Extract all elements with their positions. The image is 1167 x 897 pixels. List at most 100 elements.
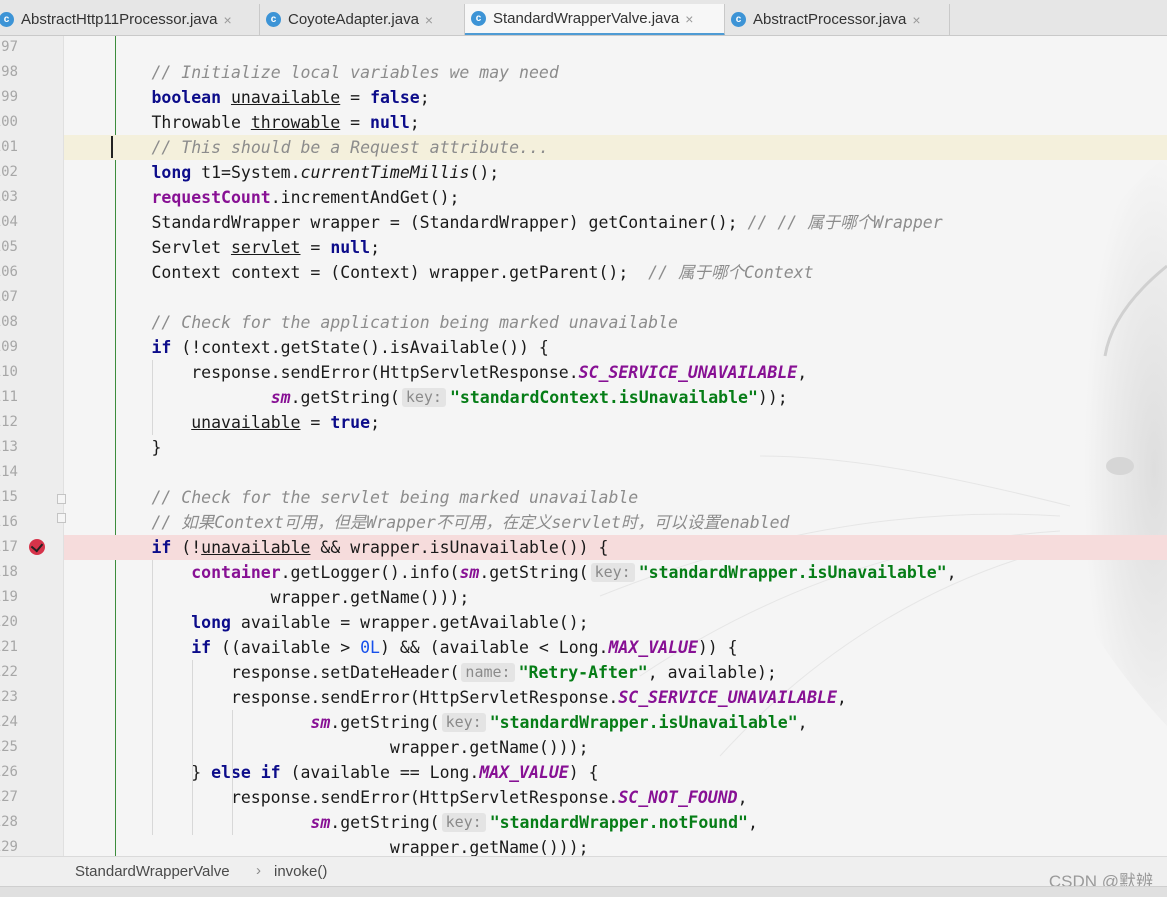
code-line[interactable]: 104 StandardWrapper wrapper = (StandardW…	[0, 210, 1167, 235]
code-line[interactable]: 112 unavailable = true;	[0, 410, 1167, 435]
fold-marker-icon[interactable]	[57, 494, 66, 504]
line-number[interactable]: 125	[0, 735, 18, 760]
java-class-icon: c	[266, 12, 281, 27]
line-number[interactable]: 115	[0, 485, 18, 510]
line-number[interactable]: 108	[0, 310, 18, 335]
tab-coyoteadapter[interactable]: c CoyoteAdapter.java ×	[260, 4, 465, 35]
code-line[interactable]: 123 response.sendError(HttpServletRespon…	[0, 685, 1167, 710]
code-line[interactable]: 105 Servlet servlet = null;	[0, 235, 1167, 260]
breadcrumb-class[interactable]: StandardWrapperValve	[75, 863, 230, 880]
line-number[interactable]: 112	[0, 410, 18, 435]
code-text: Context context = (Context) wrapper.getP…	[72, 260, 813, 285]
line-number[interactable]: 106	[0, 260, 18, 285]
close-icon[interactable]: ×	[685, 11, 693, 27]
code-line[interactable]: 127 response.sendError(HttpServletRespon…	[0, 785, 1167, 810]
code-token: null	[370, 113, 410, 132]
code-line[interactable]: 119 wrapper.getName()));	[0, 585, 1167, 610]
code-line[interactable]: 128 sm.getString(key:"standardWrapper.no…	[0, 810, 1167, 835]
breadcrumb: StandardWrapperValve › invoke() CSDN @默辨	[0, 856, 1167, 891]
code-token: SC_SERVICE_UNAVAILABLE	[578, 363, 798, 382]
code-line[interactable]: 115 // Check for the servlet being marke…	[0, 485, 1167, 510]
line-number[interactable]: 101	[0, 135, 18, 160]
line-number[interactable]: 98	[0, 60, 18, 85]
line-number[interactable]: 116	[0, 510, 18, 535]
code-line[interactable]: 99 boolean unavailable = false;	[0, 85, 1167, 110]
tab-abstractprocessor[interactable]: c AbstractProcessor.java ×	[725, 4, 950, 35]
code-token: throwable	[250, 113, 341, 132]
line-number[interactable]: 118	[0, 560, 18, 585]
line-number[interactable]: 104	[0, 210, 18, 235]
code-text: wrapper.getName()));	[72, 585, 470, 610]
line-number[interactable]: 129	[0, 835, 18, 856]
code-line[interactable]: 116 // 如果Context可用，但是Wrapper不可用，在定义servl…	[0, 510, 1167, 535]
code-token: unavailable	[230, 88, 341, 107]
code-line[interactable]: 121 if ((available > 0L) && (available <…	[0, 635, 1167, 660]
line-number[interactable]: 119	[0, 585, 18, 610]
tab-label: AbstractHttp11Processor.java	[21, 11, 218, 28]
line-number[interactable]: 99	[0, 85, 18, 110]
close-icon[interactable]: ×	[912, 12, 920, 28]
code-line[interactable]: 108 // Check for the application being m…	[0, 310, 1167, 335]
code-token: ;	[409, 113, 420, 132]
text-caret	[111, 136, 113, 158]
line-number[interactable]: 102	[0, 160, 18, 185]
code-line[interactable]: 102 long t1=System.currentTimeMillis();	[0, 160, 1167, 185]
line-number[interactable]: 110	[0, 360, 18, 385]
close-icon[interactable]: ×	[223, 12, 231, 28]
code-token: .getString(	[479, 563, 589, 582]
code-line[interactable]: 125 wrapper.getName()));	[0, 735, 1167, 760]
line-number[interactable]: 103	[0, 185, 18, 210]
line-number[interactable]: 128	[0, 810, 18, 835]
line-number[interactable]: 107	[0, 285, 18, 310]
code-line[interactable]: 101 // This should be a Request attribut…	[0, 135, 1167, 160]
code-line[interactable]: 111 sm.getString(key:"standardContext.is…	[0, 385, 1167, 410]
line-number[interactable]: 100	[0, 110, 18, 135]
code-line[interactable]: 106 Context context = (Context) wrapper.…	[0, 260, 1167, 285]
code-line[interactable]: 107	[0, 285, 1167, 310]
code-line[interactable]: 98 // Initialize local variables we may …	[0, 60, 1167, 85]
breadcrumb-method[interactable]: invoke()	[274, 863, 327, 880]
tab-abstracthttp11processor[interactable]: c AbstractHttp11Processor.java ×	[0, 4, 260, 35]
tab-standardwrappervalve[interactable]: c StandardWrapperValve.java ×	[465, 4, 725, 35]
code-line[interactable]: 120 long available = wrapper.getAvailabl…	[0, 610, 1167, 635]
code-line[interactable]: 129 wrapper.getName()));	[0, 835, 1167, 856]
code-line[interactable]: 117 if (!unavailable && wrapper.isUnavai…	[0, 535, 1167, 560]
line-number[interactable]: 123	[0, 685, 18, 710]
line-number[interactable]: 105	[0, 235, 18, 260]
code-line[interactable]: 126 } else if (available == Long.MAX_VAL…	[0, 760, 1167, 785]
code-line[interactable]: 109 if (!context.getState().isAvailable(…	[0, 335, 1167, 360]
code-token: "standardWrapper.isUnavailable"	[489, 713, 798, 732]
breakpoint-icon[interactable]	[29, 539, 45, 555]
code-line[interactable]: 110 response.sendError(HttpServletRespon…	[0, 360, 1167, 385]
code-line[interactable]: 100 Throwable throwable = null;	[0, 110, 1167, 135]
close-icon[interactable]: ×	[425, 12, 433, 28]
code-token: "standardWrapper.notFound"	[489, 813, 748, 832]
line-number[interactable]: 124	[0, 710, 18, 735]
code-line[interactable]: 124 sm.getString(key:"standardWrapper.is…	[0, 710, 1167, 735]
line-number[interactable]: 121	[0, 635, 18, 660]
line-number[interactable]: 122	[0, 660, 18, 685]
code-line[interactable]: 118 container.getLogger().info(sm.getStr…	[0, 560, 1167, 585]
code-token: true	[330, 413, 371, 432]
line-number[interactable]: 97	[0, 36, 18, 60]
line-number[interactable]: 117	[0, 535, 18, 560]
line-number[interactable]: 127	[0, 785, 18, 810]
code-line[interactable]: 113 }	[0, 435, 1167, 460]
fold-marker-icon[interactable]	[57, 513, 66, 523]
line-number[interactable]: 114	[0, 460, 18, 485]
line-number[interactable]: 111	[0, 385, 18, 410]
code-token: else if	[211, 763, 281, 782]
line-number[interactable]: 126	[0, 760, 18, 785]
code-line[interactable]: 97	[0, 36, 1167, 60]
line-number[interactable]: 113	[0, 435, 18, 460]
code-line[interactable]: 114	[0, 460, 1167, 485]
line-number[interactable]: 109	[0, 335, 18, 360]
code-editor[interactable]: 97 98 // Initialize local variables we ma…	[0, 36, 1167, 856]
code-token: (!	[171, 538, 202, 557]
code-token: unavailable	[201, 538, 311, 557]
code-token: StandardWrapper wrapper = (StandardWrapp…	[72, 213, 748, 232]
code-line[interactable]: 103 requestCount.incrementAndGet();	[0, 185, 1167, 210]
line-number[interactable]: 120	[0, 610, 18, 635]
code-line[interactable]: 122 response.setDateHeader(name:"Retry-A…	[0, 660, 1167, 685]
